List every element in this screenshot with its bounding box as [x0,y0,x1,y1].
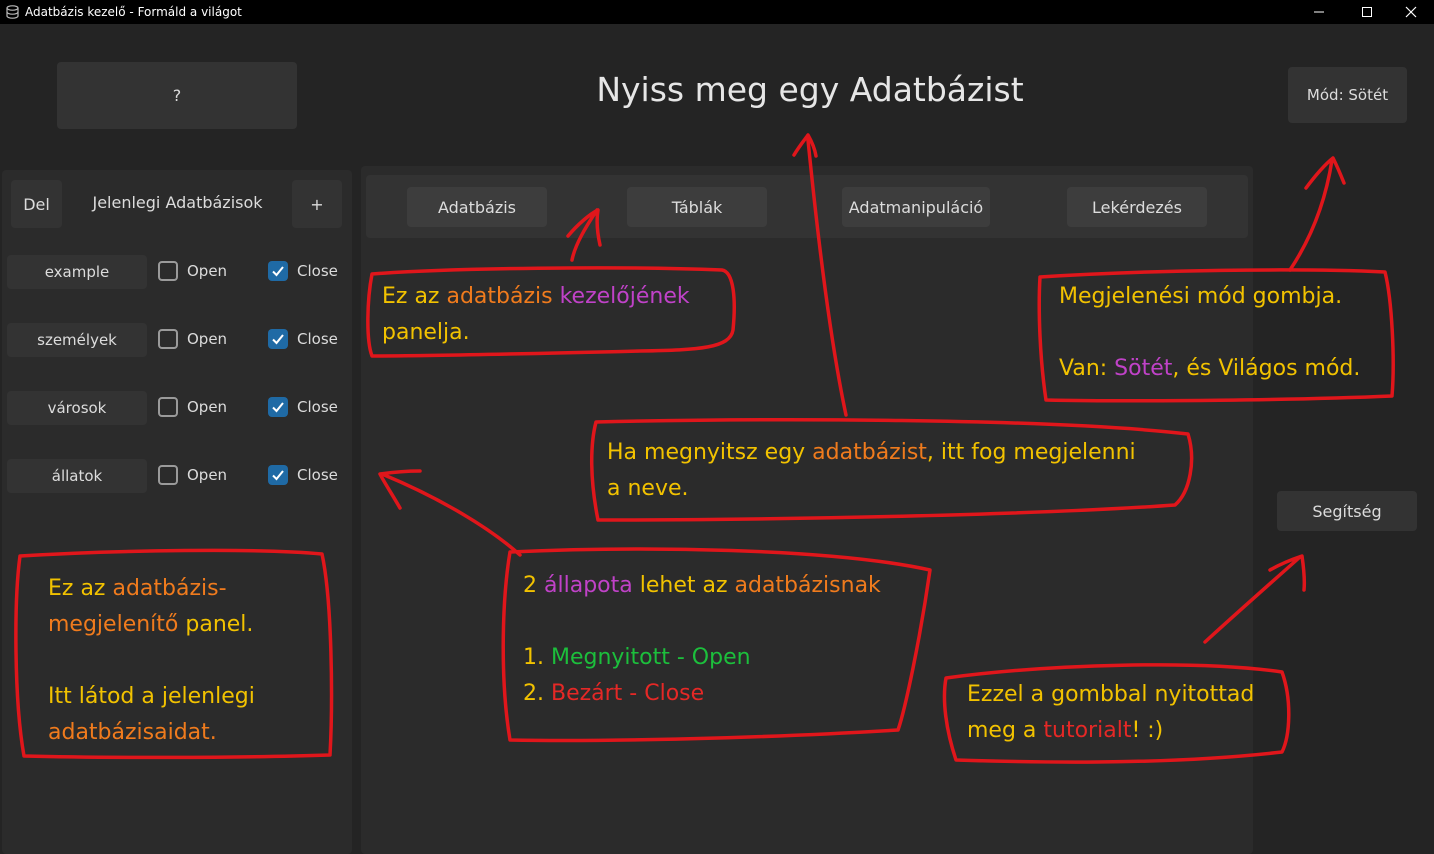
open-label[interactable]: Open [187,466,227,484]
annotation-display-panel: Ez az adatbázis- megjelenítő panel. Itt … [48,571,255,751]
open-label[interactable]: Open [187,262,227,280]
close-checkbox[interactable] [268,397,288,417]
annotation-mode-button: Megjelenési mód gombja. Van: Sötét, és V… [1059,279,1360,387]
close-label[interactable]: Close [297,262,338,280]
annotation-text: panelja. [382,320,470,345]
open-label[interactable]: Open [187,398,227,416]
annotation-text-highlight: adatbázist [812,440,927,465]
close-label[interactable]: Close [297,466,338,484]
annotation-db-name: Ha megnyitsz egy adatbázist, itt fog meg… [607,435,1136,507]
database-manager-panel [361,166,1253,854]
window-title: Adatbázis kezelő - Formáld a világot [25,5,242,19]
delete-database-button[interactable]: Del [11,180,62,228]
add-database-button[interactable]: + [292,180,342,228]
annotation-text-highlight: kezelőjének [559,284,690,309]
checkmark-icon [272,470,284,481]
maximize-button[interactable] [1344,0,1390,24]
close-checkbox[interactable] [268,261,288,281]
checkmark-icon [272,402,284,413]
annotation-text: Megjelenési mód gombja. [1059,284,1343,309]
annotation-text-highlight: adatbázis [446,284,553,309]
annotation-text: ! :) [1131,718,1164,743]
database-name-szemelyek[interactable]: személyek [7,323,147,357]
close-checkbox[interactable] [268,329,288,349]
annotation-text: Ha megnyitsz egy [607,440,813,465]
checkmark-icon [272,266,284,277]
annotation-text-highlight: adatbázisnak [734,573,881,598]
database-icon [6,5,19,19]
close-label[interactable]: Close [297,398,338,416]
checkmark-icon [272,334,284,345]
database-name-allatok[interactable]: állatok [7,459,147,493]
maximize-icon [1362,7,1372,17]
annotation-text-highlight: adatbázis- [112,576,227,601]
annotation-text: Ez az [48,576,113,601]
annotation-manager-panel: Ez az adatbázis kezelőjének panelja. [382,279,690,351]
annotation-text: lehet az [632,573,735,598]
open-checkbox[interactable] [158,329,178,349]
database-name-example[interactable]: example [7,255,147,289]
open-label[interactable]: Open [187,330,227,348]
help-question-button[interactable]: ? [57,62,297,129]
close-icon [1405,6,1417,18]
annotation-text: panel. [178,612,254,637]
annotation-text: 2 [523,573,544,598]
annotation-tutorial: Ezzel a gombbal nyitottad meg a tutorial… [967,677,1254,749]
annotation-text: , és Világos mód. [1172,356,1361,381]
mode-toggle-button[interactable]: Mód: Sötét [1288,67,1407,123]
annotation-text: Van: [1059,356,1115,381]
annotation-text: 2. [523,681,551,706]
tab-adatbazis[interactable]: Adatbázis [407,187,547,227]
annotation-text-highlight: adatbázisaidat. [48,720,217,745]
annotation-states: 2 állapota lehet az adatbázisnak 1. Megn… [523,568,881,712]
annotation-text: Ez az [382,284,447,309]
help-button[interactable]: Segítség [1277,491,1417,531]
tab-lekerdezes[interactable]: Lekérdezés [1067,187,1207,227]
annotation-text: a neve. [607,476,689,501]
annotation-text-highlight: tutorialt [1043,718,1132,743]
open-checkbox[interactable] [158,397,178,417]
close-label[interactable]: Close [297,330,338,348]
annotation-text: Itt látod a jelenlegi [48,684,255,709]
database-list-title: Jelenlegi Adatbázisok [92,193,263,212]
tab-adatmanipulacio[interactable]: Adatmanipuláció [842,187,990,227]
close-window-button[interactable] [1388,0,1434,24]
annotation-text: meg a [967,718,1044,743]
annotation-text: 1. [523,645,551,670]
database-name-varosok[interactable]: városok [7,391,147,425]
open-checkbox[interactable] [158,465,178,485]
annotation-text-highlight: megjelenítő [48,612,179,637]
minimize-icon [1314,11,1324,13]
annotation-text: Ezzel a gombbal nyitottad [967,682,1255,707]
open-checkbox[interactable] [158,261,178,281]
title-bar: Adatbázis kezelő - Formáld a világot [0,0,1434,24]
tab-tablak[interactable]: Táblák [627,187,767,227]
annotation-text-highlight: Bezárt - Close [550,681,705,706]
annotation-text-highlight: Sötét [1114,356,1173,381]
close-checkbox[interactable] [268,465,288,485]
annotation-text [553,284,560,309]
minimize-button[interactable] [1296,0,1342,24]
annotation-text-highlight: állapota [544,573,633,598]
annotation-text: , itt fog megjelenni [926,440,1136,465]
annotation-text-highlight: Megnyitott - Open [550,645,751,670]
page-title: Nyiss meg egy Adatbázist [596,70,1024,109]
